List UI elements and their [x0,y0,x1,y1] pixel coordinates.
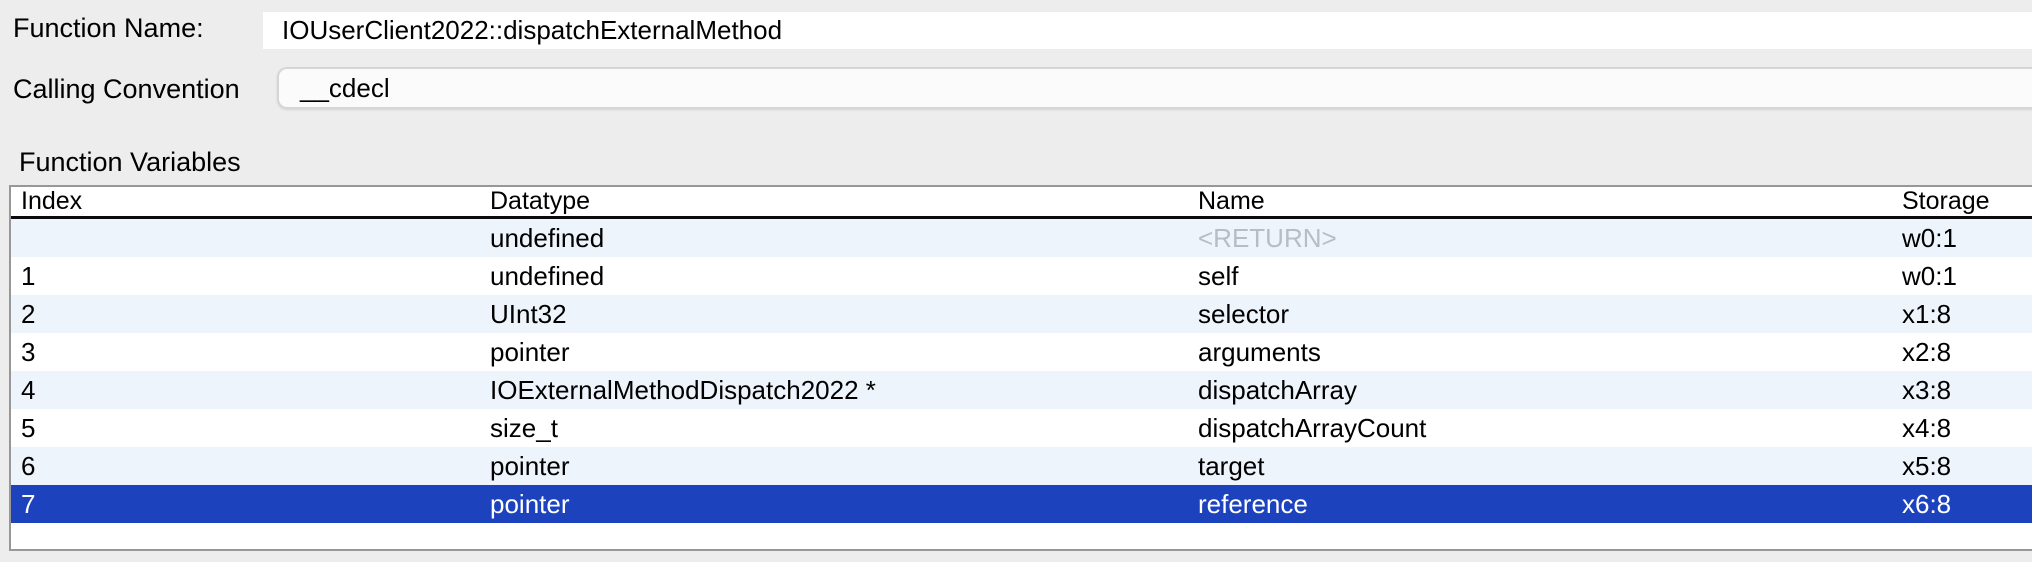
cell-index: 5 [11,413,480,444]
column-header-name[interactable]: Name [1188,187,1892,216]
column-header-datatype[interactable]: Datatype [480,187,1188,216]
cell-storage: w0:1 [1892,261,2032,292]
column-header-storage[interactable]: Storage [1892,187,2032,216]
cell-datatype: undefined [480,261,1188,292]
calling-convention-combobox[interactable]: __cdecl [277,67,2032,109]
cell-name: reference [1188,489,1892,520]
cell-index: 4 [11,375,480,406]
cell-datatype: pointer [480,489,1188,520]
cell-index: 2 [11,299,480,330]
table-header: IndexDatatypeNameStorage [11,187,2032,219]
cell-datatype: size_t [480,413,1188,444]
cell-datatype: pointer [480,451,1188,482]
table-body: undefined<RETURN>w0:11undefinedselfw0:12… [11,219,2032,523]
cell-storage: x2:8 [1892,337,2032,368]
cell-name: dispatchArrayCount [1188,413,1892,444]
cell-storage: x6:8 [1892,489,2032,520]
cell-name: arguments [1188,337,1892,368]
cell-name: <RETURN> [1188,223,1892,254]
table-row[interactable]: 4IOExternalMethodDispatch2022 *dispatchA… [11,371,2032,409]
function-name-input[interactable] [263,12,2032,49]
function-variables-table: IndexDatatypeNameStorage undefined<RETUR… [9,185,2032,551]
cell-datatype: pointer [480,337,1188,368]
table-row[interactable]: 7pointerreferencex6:8 [11,485,2032,523]
cell-index: 6 [11,451,480,482]
cell-storage: x4:8 [1892,413,2032,444]
cell-datatype: IOExternalMethodDispatch2022 * [480,375,1188,406]
table-row[interactable]: 2UInt32selectorx1:8 [11,295,2032,333]
table-row[interactable]: 1undefinedselfw0:1 [11,257,2032,295]
table-row[interactable]: 6pointertargetx5:8 [11,447,2032,485]
cell-storage: x3:8 [1892,375,2032,406]
cell-name: target [1188,451,1892,482]
cell-storage: x1:8 [1892,299,2032,330]
cell-index: 3 [11,337,480,368]
cell-datatype: UInt32 [480,299,1188,330]
cell-name: selector [1188,299,1892,330]
table-row[interactable]: 3pointerargumentsx2:8 [11,333,2032,371]
cell-index: 7 [11,489,480,520]
table-row[interactable]: 5size_tdispatchArrayCountx4:8 [11,409,2032,447]
function-variables-title: Function Variables [19,147,241,178]
cell-datatype: undefined [480,223,1188,254]
calling-convention-value: __cdecl [300,73,390,104]
table-row[interactable]: undefined<RETURN>w0:1 [11,219,2032,257]
cell-storage: w0:1 [1892,223,2032,254]
cell-storage: x5:8 [1892,451,2032,482]
calling-convention-label: Calling Convention [13,74,240,105]
cell-index: 1 [11,261,480,292]
column-header-index[interactable]: Index [11,187,480,216]
cell-name: dispatchArray [1188,375,1892,406]
cell-name: self [1188,261,1892,292]
function-name-label: Function Name: [13,13,204,44]
